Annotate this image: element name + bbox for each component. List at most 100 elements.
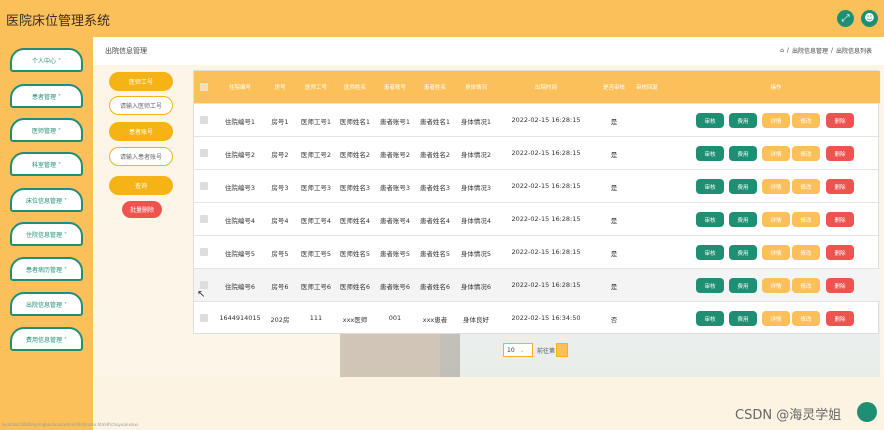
- cell-patient-name: xxx患者: [422, 316, 448, 324]
- mouse-cursor-icon: ↖: [197, 289, 206, 300]
- home-icon[interactable]: ⌂: [780, 47, 784, 54]
- goto-label: 前往第: [537, 348, 556, 355]
- fee-button[interactable]: 费用: [729, 146, 757, 161]
- edit-button[interactable]: 修改: [792, 278, 820, 293]
- column-header-inpatient-no[interactable]: 住院编号: [229, 83, 251, 91]
- breadcrumb-separator: /: [786, 47, 789, 54]
- floating-action-button[interactable]: [857, 402, 877, 422]
- page-title: 出院信息管理: [105, 47, 147, 55]
- page-size-select[interactable]: 10 ⌄: [503, 343, 533, 357]
- row-checkbox[interactable]: [200, 149, 208, 157]
- cell-patient-name: 患者姓名1: [419, 118, 451, 126]
- column-header-patient-account[interactable]: 患者账号: [384, 83, 406, 91]
- edit-button[interactable]: 修改: [792, 179, 820, 194]
- column-header-condition[interactable]: 身体情况: [465, 83, 487, 91]
- delete-button[interactable]: 删除: [826, 212, 854, 227]
- column-header-doctor-id[interactable]: 医师工号: [305, 83, 327, 91]
- breadcrumb-item-current: 出院信息列表: [835, 48, 872, 55]
- fee-button[interactable]: 费用: [729, 212, 757, 227]
- review-button[interactable]: 审核: [696, 245, 724, 260]
- sidebar-item-discharge-mgmt[interactable]: 出院信息管理 ˅: [10, 292, 83, 316]
- edit-button[interactable]: 修改: [792, 311, 820, 326]
- cell-is-reviewed: 是: [610, 118, 618, 126]
- user-icon[interactable]: ☻: [861, 10, 878, 27]
- batch-delete-button[interactable]: 批量删除: [122, 201, 162, 218]
- column-header-discharge-time[interactable]: 出院时间: [535, 83, 557, 91]
- sidebar-item-doctor-mgmt[interactable]: 医师管理 ˅: [10, 118, 83, 142]
- goto-page-input[interactable]: [556, 343, 568, 357]
- row-checkbox[interactable]: [200, 314, 208, 322]
- cell-discharge-time: 2022-02-15 16:28:15: [511, 248, 581, 256]
- row-checkbox[interactable]: [200, 248, 208, 256]
- delete-button[interactable]: 删除: [826, 113, 854, 128]
- table-row: 住院编号4 房号4 医师工号4 医师姓名4 患者账号4 患者姓名4 身体情况4 2022-02…: [194, 202, 880, 235]
- cell-inpatient-no: 住院编号3: [224, 184, 256, 192]
- review-button[interactable]: 审核: [696, 311, 724, 326]
- row-checkbox[interactable]: [200, 182, 208, 190]
- review-button[interactable]: 审核: [696, 278, 724, 293]
- details-button[interactable]: 详情: [762, 278, 790, 293]
- breadcrumb-item-module[interactable]: 出院信息管理: [792, 46, 828, 55]
- cell-patient-account: 患者账号1: [379, 118, 411, 126]
- row-checkbox[interactable]: [200, 281, 208, 289]
- edit-button[interactable]: 修改: [792, 245, 820, 260]
- fee-button[interactable]: 费用: [729, 179, 757, 194]
- column-header-operations[interactable]: 操作: [770, 83, 781, 91]
- doctor-id-input[interactable]: 请输入医师工号: [109, 96, 173, 115]
- column-header-room-no[interactable]: 房号: [274, 83, 285, 91]
- cell-room-no: 房号4: [271, 217, 289, 225]
- details-button[interactable]: 详情: [762, 179, 790, 194]
- patient-account-input[interactable]: 请输入患者账号: [109, 147, 173, 166]
- sidebar-item-medical-record-mgmt[interactable]: 患者病历管理 ˅: [10, 257, 83, 281]
- column-header-review-reply[interactable]: 审核回复: [636, 83, 658, 91]
- row-checkbox[interactable]: [200, 116, 208, 124]
- sidebar-item-patient-mgmt[interactable]: 患者管理 ˅: [10, 84, 83, 108]
- cell-patient-name: 患者姓名3: [419, 184, 451, 192]
- app-title: 医院床位管理系统: [6, 14, 111, 29]
- edit-button[interactable]: 修改: [792, 146, 820, 161]
- sidebar-item-department-mgmt[interactable]: 科室管理 ˅: [10, 152, 83, 176]
- table-header: 住院编号 房号 医师工号 医师姓名 患者账号 患者姓名 身体情况 出院时间 是否审核 审核回复 操作: [194, 71, 880, 103]
- details-button[interactable]: 详情: [762, 212, 790, 227]
- cell-inpatient-no: 1644914015: [219, 314, 261, 322]
- review-button[interactable]: 审核: [696, 212, 724, 227]
- cell-room-no: 房号6: [271, 283, 289, 291]
- delete-button[interactable]: 删除: [826, 146, 854, 161]
- expand-icon[interactable]: ⤢: [837, 10, 854, 27]
- edit-button[interactable]: 修改: [792, 212, 820, 227]
- review-button[interactable]: 审核: [696, 113, 724, 128]
- cell-patient-name: 患者姓名4: [419, 217, 451, 225]
- details-button[interactable]: 详情: [762, 146, 790, 161]
- delete-button[interactable]: 删除: [826, 245, 854, 260]
- cell-patient-name: 患者姓名5: [419, 250, 451, 258]
- row-checkbox[interactable]: [200, 215, 208, 223]
- details-button[interactable]: 详情: [762, 311, 790, 326]
- cell-doctor-id: 医师工号5: [300, 250, 332, 258]
- query-button[interactable]: 查询: [109, 176, 173, 195]
- discharge-table: 住院编号 房号 医师工号 医师姓名 患者账号 患者姓名 身体情况 出院时间 是否审核 审核回复 操作…: [193, 70, 880, 334]
- delete-button[interactable]: 删除: [826, 278, 854, 293]
- details-button[interactable]: 详情: [762, 245, 790, 260]
- fee-button[interactable]: 费用: [729, 245, 757, 260]
- review-button[interactable]: 审核: [696, 146, 724, 161]
- column-header-doctor-name[interactable]: 医师姓名: [344, 83, 366, 91]
- review-button[interactable]: 审核: [696, 179, 724, 194]
- sidebar-item-fee-mgmt[interactable]: 费用信息管理 ˅: [10, 327, 83, 351]
- cell-condition: 身体情况5: [460, 250, 492, 258]
- column-header-patient-name[interactable]: 患者姓名: [424, 83, 446, 91]
- cell-discharge-time: 2022-02-15 16:28:15: [511, 116, 581, 124]
- details-button[interactable]: 详情: [762, 113, 790, 128]
- sidebar-item-inpatient-mgmt[interactable]: 住院信息管理 ˅: [10, 222, 83, 246]
- fee-button[interactable]: 费用: [729, 113, 757, 128]
- cell-patient-account: 001: [388, 314, 402, 322]
- delete-button[interactable]: 删除: [826, 311, 854, 326]
- fee-button[interactable]: 费用: [729, 311, 757, 326]
- delete-button[interactable]: 删除: [826, 179, 854, 194]
- sidebar-item-personal-center[interactable]: 个人中心 ˅: [10, 48, 83, 72]
- edit-button[interactable]: 修改: [792, 113, 820, 128]
- sidebar-item-bed-info-mgmt[interactable]: 床位信息管理 ˅: [10, 188, 83, 212]
- fee-button[interactable]: 费用: [729, 278, 757, 293]
- cell-condition: 身体情况4: [460, 217, 492, 225]
- column-header-is-reviewed[interactable]: 是否审核: [603, 83, 625, 91]
- select-all-checkbox[interactable]: [200, 83, 208, 91]
